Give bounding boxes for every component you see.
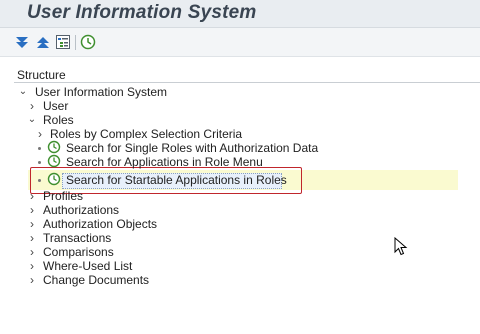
structure-label: Structure [17, 68, 66, 82]
chevron-down-icon[interactable]: ⌄ [18, 85, 28, 99]
toolbar-separator [75, 35, 76, 50]
chevron-right-icon[interactable]: › [27, 245, 37, 259]
chevron-right-icon[interactable]: › [35, 127, 45, 141]
tree-node-label: Authorization Objects [43, 217, 158, 231]
bullet-icon [38, 161, 41, 164]
chevron-right-icon[interactable]: › [27, 203, 37, 217]
tree-node-label: User Information System [35, 85, 168, 99]
chevron-right-icon[interactable]: › [27, 259, 37, 273]
tree-node-label: Authorizations [43, 203, 120, 217]
tree-node-label: Search for Applications in Role Menu [66, 155, 263, 169]
toolbar [0, 28, 480, 57]
chevron-down-icon[interactable]: ⌄ [27, 113, 37, 127]
tree-node-label: Profiles [43, 189, 84, 203]
chevron-right-icon[interactable]: › [27, 273, 37, 287]
chevron-right-icon[interactable]: › [27, 99, 37, 113]
collapse-all-icon[interactable] [35, 34, 51, 50]
mouse-pointer-icon [394, 236, 408, 257]
bullet-icon [38, 147, 41, 150]
tree-node-label: Roles [43, 113, 74, 127]
tree-node-label: Change Documents [43, 273, 150, 287]
expand-all-icon[interactable] [14, 34, 30, 50]
title-bar: User Information System [0, 0, 480, 28]
execute-clock-icon[interactable] [80, 34, 96, 50]
tree-node-label: Transactions [43, 231, 112, 245]
tree-node-label: User [43, 99, 69, 113]
chevron-right-icon[interactable]: › [27, 231, 37, 245]
tree-node-label: Search for Single Roles with Authorizati… [66, 141, 319, 155]
divider [14, 82, 480, 83]
bullet-icon [38, 179, 41, 182]
tree-node-label: Comparisons [43, 245, 114, 259]
tree-node-label: Search for Startable Applications in Rol… [66, 173, 287, 187]
chevron-right-icon[interactable]: › [27, 217, 37, 231]
tree-node-label: Where-Used List [43, 259, 133, 273]
expand-subtree-icon[interactable] [55, 34, 71, 50]
page-title: User Information System [27, 2, 257, 23]
execute-clock-icon [47, 153, 61, 169]
chevron-right-icon[interactable]: › [27, 189, 37, 203]
tree-node-label: Roles by Complex Selection Criteria [50, 127, 243, 141]
execute-clock-icon [47, 171, 61, 187]
